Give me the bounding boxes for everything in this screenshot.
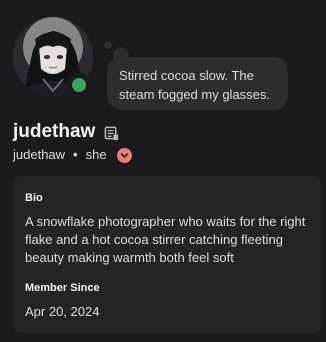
- member-since-value: Apr 20, 2024: [25, 304, 100, 319]
- member-since-label: Member Since: [25, 282, 100, 294]
- chevron-down-icon[interactable]: [116, 147, 132, 163]
- username-row: judethaw • she: [13, 146, 132, 164]
- display-name: judethaw: [13, 121, 96, 142]
- online-status-icon: [72, 78, 86, 92]
- custom-status-bubble[interactable]: Stirred cocoa slow. The steam fogged my …: [107, 57, 288, 110]
- username[interactable]: judethaw: [13, 146, 65, 164]
- bio-text: A snowflake photographer who waits for t…: [25, 214, 306, 265]
- thought-bubble-dot-small: [104, 41, 112, 49]
- bio-label: Bio: [25, 192, 43, 204]
- about-panel: Bio A snowflake photographer who waits f…: [13, 176, 321, 333]
- profile-card: Stirred cocoa slow. The steam fogged my …: [0, 0, 326, 342]
- notes-icon[interactable]: [104, 125, 119, 140]
- pronouns: she: [85, 147, 107, 162]
- separator: •: [73, 147, 78, 162]
- display-name-row: judethaw: [13, 121, 119, 143]
- custom-status-text: Stirred cocoa slow. The steam fogged my …: [119, 68, 271, 102]
